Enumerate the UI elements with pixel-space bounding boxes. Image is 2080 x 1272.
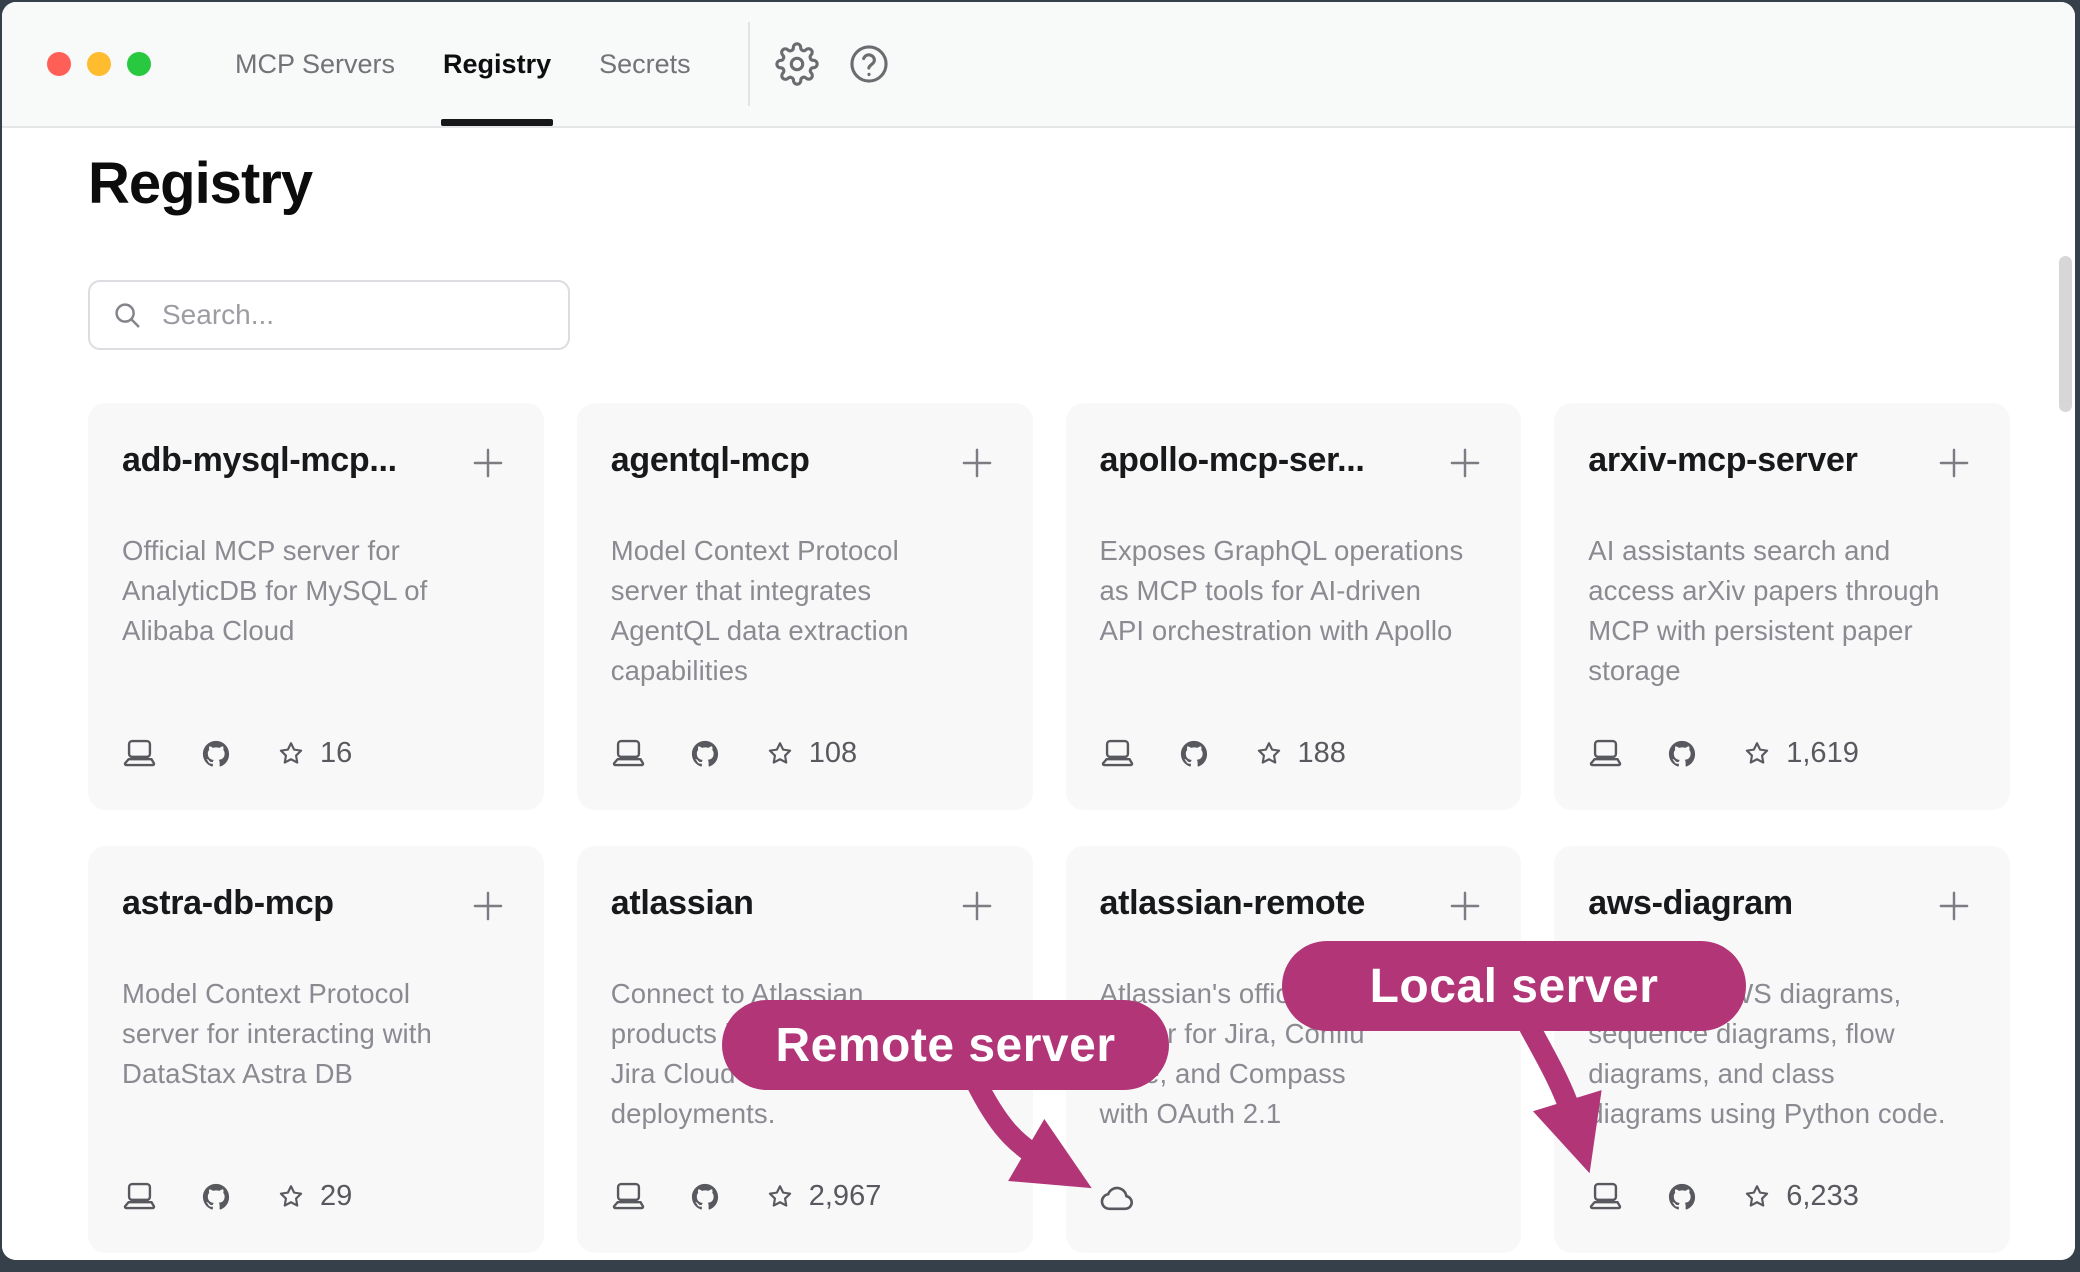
server-card-atlassian-remote[interactable]: atlassian-remote Atlassian's official MC… xyxy=(1066,846,1522,1253)
plus-icon xyxy=(467,442,509,484)
search-input[interactable] xyxy=(160,298,546,332)
card-title: astra-db-mcp xyxy=(122,884,334,923)
search-box[interactable] xyxy=(88,280,570,350)
traffic-lights xyxy=(47,52,151,76)
github-icon[interactable] xyxy=(1668,1183,1696,1211)
server-card-adb-mysql-mcp[interactable]: adb-mysql-mcp... Official MCP server for… xyxy=(88,403,544,810)
plus-icon xyxy=(1444,442,1486,484)
zoom-window-button[interactable] xyxy=(127,52,151,76)
laptop-icon xyxy=(611,738,646,769)
tab-mcp-servers[interactable]: MCP Servers xyxy=(235,2,395,126)
tab-registry[interactable]: Registry xyxy=(443,2,551,126)
star-count: 16 xyxy=(320,737,352,770)
add-server-button[interactable] xyxy=(1932,884,1976,928)
card-description: AI assistants search and access arXiv pa… xyxy=(1588,531,1976,691)
star-icon xyxy=(1254,739,1284,769)
server-card-astra-db-mcp[interactable]: astra-db-mcp Model Context Protocol serv… xyxy=(88,846,544,1253)
star-count: 108 xyxy=(809,737,857,770)
card-description: Official MCP server for AnalyticDB for M… xyxy=(122,531,510,651)
server-card-aws-diagram[interactable]: aws-diagram Generate AWS diagrams, seque… xyxy=(1554,846,2010,1253)
card-description: Exposes GraphQL operations as MCP tools … xyxy=(1100,531,1488,651)
star-count: 188 xyxy=(1298,737,1346,770)
star-count: 1,619 xyxy=(1786,737,1859,770)
github-icon[interactable] xyxy=(1180,740,1208,768)
server-card-grid: adb-mysql-mcp... Official MCP server for… xyxy=(88,403,2010,1253)
github-icon[interactable] xyxy=(202,1183,230,1211)
card-title: atlassian-remote xyxy=(1100,884,1365,923)
star-icon xyxy=(1742,739,1772,769)
card-description: Generate AWS diagrams, sequence diagrams… xyxy=(1588,974,1976,1134)
add-server-button[interactable] xyxy=(466,441,510,485)
title-bar: MCP Servers Registry Secrets xyxy=(2,2,2075,128)
close-window-button[interactable] xyxy=(47,52,71,76)
card-description: Atlassian's official MCP server for Jira… xyxy=(1100,974,1488,1134)
card-title: atlassian xyxy=(611,884,754,923)
star-count: 6,233 xyxy=(1786,1180,1859,1213)
plus-icon xyxy=(1933,885,1975,927)
add-server-button[interactable] xyxy=(466,884,510,928)
add-server-button[interactable] xyxy=(1443,884,1487,928)
top-nav-tabs: MCP Servers Registry Secrets xyxy=(235,2,691,126)
settings-gear-icon[interactable] xyxy=(774,41,820,87)
cloud-icon xyxy=(1100,1182,1137,1213)
star-icon xyxy=(765,739,795,769)
plus-icon xyxy=(956,442,998,484)
card-title: adb-mysql-mcp... xyxy=(122,441,397,480)
star-count: 2,967 xyxy=(809,1180,882,1213)
app-window: MCP Servers Registry Secrets Registry ad… xyxy=(2,2,2075,1260)
card-description: Connect to Atlassian products including … xyxy=(611,974,999,1134)
star-icon xyxy=(276,739,306,769)
add-server-button[interactable] xyxy=(955,884,999,928)
star-count: 29 xyxy=(320,1180,352,1213)
add-server-button[interactable] xyxy=(955,441,999,485)
tab-secrets[interactable]: Secrets xyxy=(599,2,691,126)
plus-icon xyxy=(1933,442,1975,484)
card-title: aws-diagram xyxy=(1588,884,1793,923)
plus-icon xyxy=(956,885,998,927)
server-card-agentql-mcp[interactable]: agentql-mcp Model Context Protocol serve… xyxy=(577,403,1033,810)
plus-icon xyxy=(467,885,509,927)
laptop-icon xyxy=(122,1181,157,1212)
vertical-scrollbar-thumb[interactable] xyxy=(2059,256,2072,412)
laptop-icon xyxy=(1100,738,1135,769)
add-server-button[interactable] xyxy=(1932,441,1976,485)
laptop-icon xyxy=(611,1181,646,1212)
laptop-icon xyxy=(1588,738,1623,769)
server-card-arxiv-mcp-server[interactable]: arxiv-mcp-server AI assistants search an… xyxy=(1554,403,2010,810)
star-icon xyxy=(276,1182,306,1212)
registry-page: Registry adb-mysql-mcp... Official MCP s… xyxy=(2,128,2075,1260)
card-title: apollo-mcp-ser... xyxy=(1100,441,1365,480)
github-icon[interactable] xyxy=(691,1183,719,1211)
card-title: agentql-mcp xyxy=(611,441,810,480)
add-server-button[interactable] xyxy=(1443,441,1487,485)
card-title: arxiv-mcp-server xyxy=(1588,441,1857,480)
laptop-icon xyxy=(1588,1181,1623,1212)
minimize-window-button[interactable] xyxy=(87,52,111,76)
plus-icon xyxy=(1444,885,1486,927)
laptop-icon xyxy=(122,738,157,769)
star-icon xyxy=(765,1182,795,1212)
github-icon[interactable] xyxy=(1668,740,1696,768)
help-icon[interactable] xyxy=(846,41,892,87)
github-icon[interactable] xyxy=(202,740,230,768)
star-icon xyxy=(1742,1182,1772,1212)
server-card-apollo-mcp-server[interactable]: apollo-mcp-ser... Exposes GraphQL operat… xyxy=(1066,403,1522,810)
card-description: Model Context Protocol server for intera… xyxy=(122,974,510,1094)
page-title: Registry xyxy=(88,150,312,218)
search-icon xyxy=(112,300,142,330)
github-icon[interactable] xyxy=(691,740,719,768)
titlebar-divider xyxy=(748,22,750,106)
card-description: Model Context Protocol server that integ… xyxy=(611,531,999,691)
server-card-atlassian[interactable]: atlassian Connect to Atlassian products … xyxy=(577,846,1033,1253)
